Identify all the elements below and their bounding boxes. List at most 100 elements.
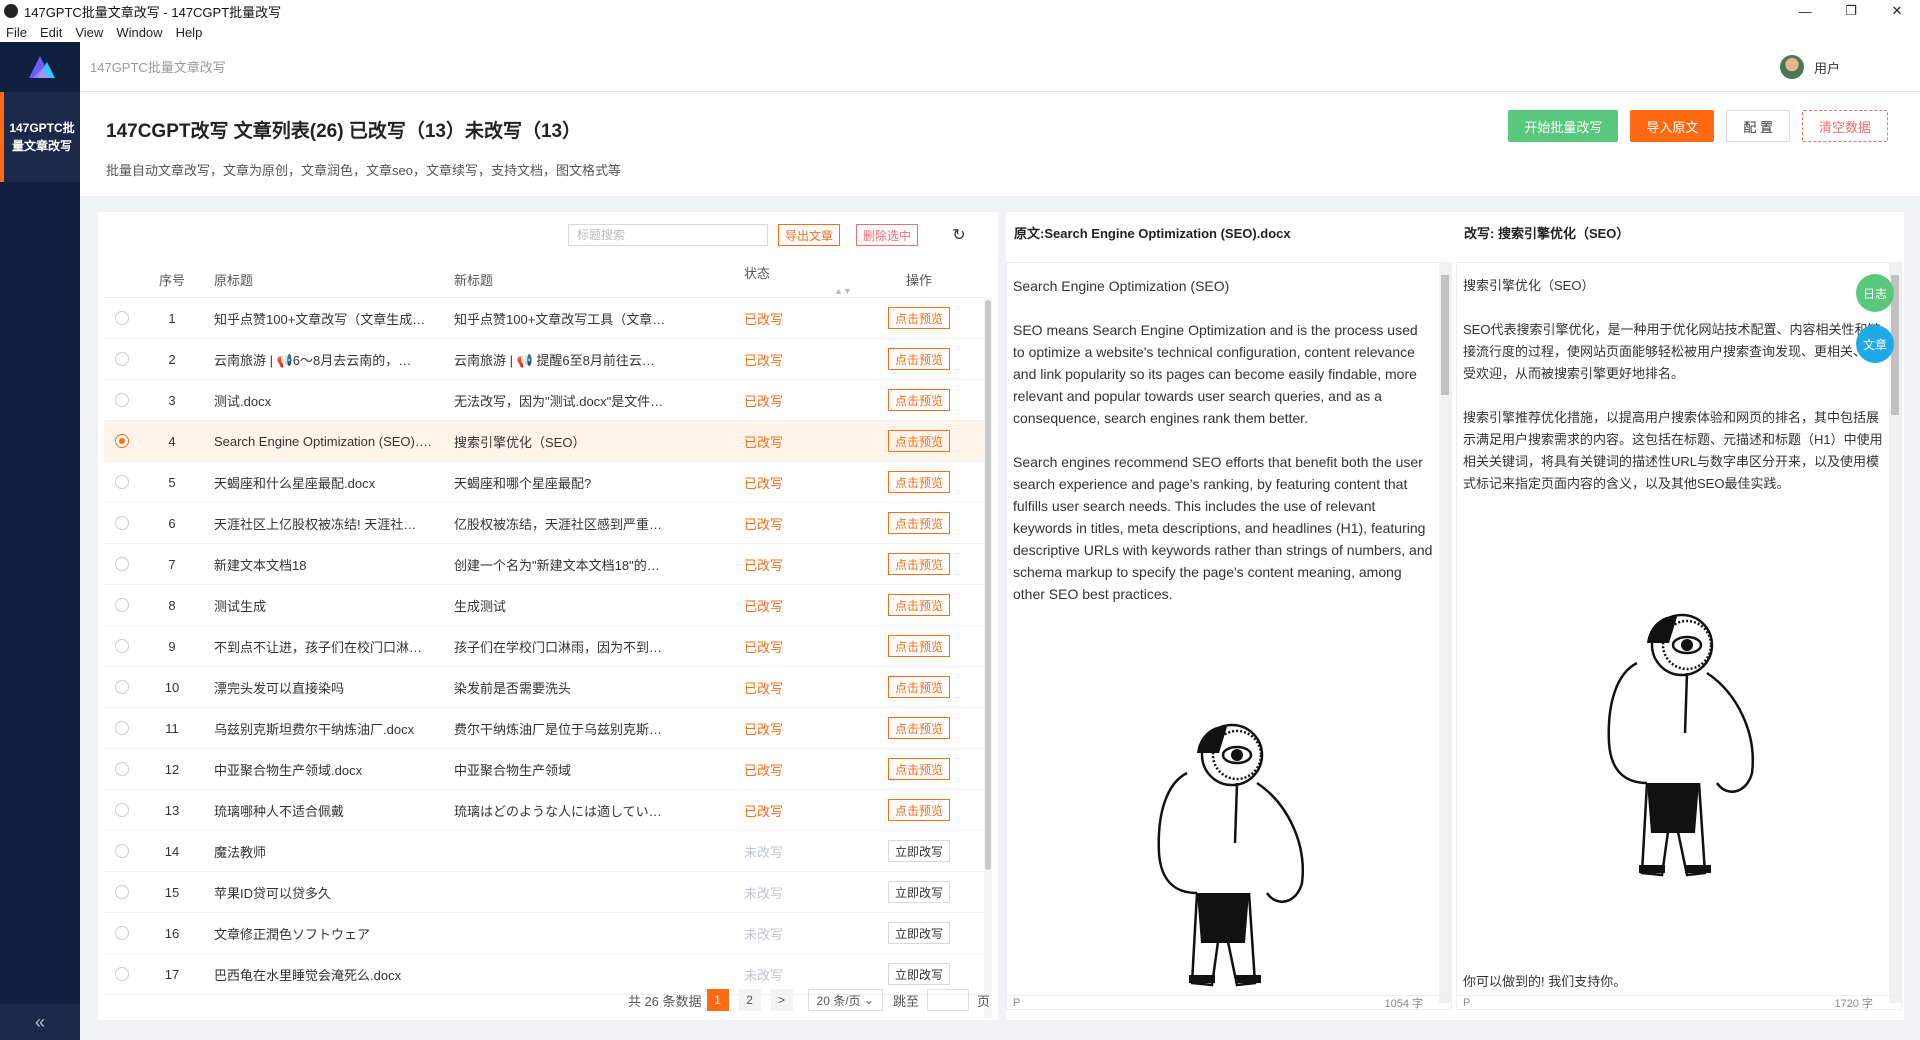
radio-button[interactable] <box>115 844 129 858</box>
table-row[interactable]: 3 测试.docx 无法改写，因为"测试.docx"是文件… 已改写 点击预览 <box>104 380 984 421</box>
table-row[interactable]: 4 Search Engine Optimization (SEO)…. 搜索引擎优… <box>104 421 984 462</box>
table-row[interactable]: 11 乌兹别克斯坦费尔干纳炼油厂.docx 费尔干纳炼油厂是位于乌兹别克斯… 已改写 点… <box>104 708 984 749</box>
menu-edit[interactable]: Edit <box>40 25 62 40</box>
preview-button[interactable]: 点击预览 <box>887 676 950 698</box>
table-row[interactable]: 16 文章修正潤色ソフトウェア 未改写 立即改写 <box>104 913 984 954</box>
radio-button[interactable] <box>115 311 129 325</box>
preview-button[interactable]: 点击预览 <box>887 799 950 821</box>
radio-button[interactable] <box>115 762 129 776</box>
preview-button[interactable]: 点击预览 <box>887 307 950 329</box>
minimize-icon[interactable]: — <box>1782 0 1828 22</box>
row-select[interactable] <box>104 967 140 981</box>
table-row[interactable]: 7 新建文本文档18 创建一个名为"新建文本文档18"的… 已改写 点击预览 <box>104 544 984 585</box>
table-row[interactable]: 13 琉璃哪种人不适合佩戴 琉璃はどのような人には適してい… 已改写 点击预览 <box>104 790 984 831</box>
rewritten-scrollbar[interactable] <box>1889 263 1901 1003</box>
row-select[interactable] <box>104 352 140 366</box>
rewrite-now-button[interactable]: 立即改写 <box>887 922 950 944</box>
row-select[interactable] <box>104 844 140 858</box>
table-row[interactable]: 15 苹果ID贷可以贷多久 未改写 立即改写 <box>104 872 984 913</box>
radio-button[interactable] <box>115 352 129 366</box>
row-select[interactable] <box>104 434 140 448</box>
menu-file[interactable]: File <box>6 25 27 40</box>
row-select[interactable] <box>104 639 140 653</box>
table-row[interactable]: 12 中亚聚合物生产领域.docx 中亚聚合物生产领域 已改写 点击预览 <box>104 749 984 790</box>
table-row[interactable]: 9 不到点不让进，孩子们在校门口淋… 孩子们在学校门口淋雨，因为不到… 已改写 点击预览 <box>104 626 984 667</box>
sort-icon[interactable]: ▲▼ <box>834 286 852 296</box>
radio-button[interactable] <box>115 475 129 489</box>
table-row[interactable]: 8 测试生成 生成测试 已改写 点击预览 <box>104 585 984 626</box>
preview-button[interactable]: 点击预览 <box>887 430 950 452</box>
preview-button[interactable]: 点击预览 <box>887 471 950 493</box>
start-batch-button[interactable]: 开始批量改写 <box>1508 110 1619 142</box>
table-row[interactable]: 5 天蝎座和什么星座最配.docx 天蝎座和哪个星座最配? 已改写 点击预览 <box>104 462 984 503</box>
table-row[interactable]: 2 云南旅游 | 📢6～8月去云南的，… 云南旅游 | 📢 提醒6至8月前往云… 已改… <box>104 339 984 380</box>
original-scrollbar-thumb[interactable] <box>1441 275 1449 395</box>
import-button[interactable]: 导入原文 <box>1630 110 1715 142</box>
article-button[interactable]: 文章 <box>1856 325 1894 363</box>
table-row[interactable]: 14 魔法教师 未改写 立即改写 <box>104 831 984 872</box>
next-page-icon[interactable]: > <box>770 989 793 1011</box>
original-scrollbar[interactable] <box>1439 263 1451 1003</box>
row-select[interactable] <box>104 475 140 489</box>
radio-button[interactable] <box>115 885 129 899</box>
preview-button[interactable]: 点击预览 <box>887 758 950 780</box>
page-1-button[interactable]: 1 <box>706 989 729 1011</box>
list-scrollbar-thumb[interactable] <box>985 300 991 870</box>
row-select[interactable] <box>104 803 140 817</box>
preview-button[interactable]: 点击预览 <box>887 594 950 616</box>
export-button[interactable]: 导出文章 <box>778 224 841 246</box>
user-menu[interactable]: 用户 <box>1779 55 1840 79</box>
table-row[interactable]: 10 漂完头发可以直接染吗 染发前是否需要洗头 已改写 点击预览 <box>104 667 984 708</box>
sidebar-item-batch-rewrite[interactable]: 147GPTC批量文章改写 <box>0 92 80 182</box>
config-button[interactable]: 配 置 <box>1726 110 1790 142</box>
original-editor[interactable]: Search Engine Optimization (SEO) SEO mea… <box>1006 262 1452 1010</box>
collapse-icon[interactable]: « <box>0 1004 80 1040</box>
preview-button[interactable]: 点击预览 <box>887 635 950 657</box>
row-select[interactable] <box>104 680 140 694</box>
row-select[interactable] <box>104 311 140 325</box>
title-search-input[interactable] <box>568 224 768 246</box>
clear-data-button[interactable]: 清空数据 <box>1801 110 1888 142</box>
radio-button[interactable] <box>115 803 129 817</box>
log-button[interactable]: 日志 <box>1856 274 1894 312</box>
refresh-icon[interactable]: ↻ <box>950 226 968 244</box>
row-select[interactable] <box>104 598 140 612</box>
row-select[interactable] <box>104 926 140 940</box>
preview-button[interactable]: 点击预览 <box>887 389 950 411</box>
table-row[interactable]: 1 知乎点赞100+文章改写（文章生成… 知乎点赞100+文章改写工具（文章… 已改写… <box>104 298 984 339</box>
row-select[interactable] <box>104 762 140 776</box>
list-scrollbar[interactable] <box>984 298 992 1018</box>
row-select[interactable] <box>104 885 140 899</box>
col-status[interactable]: 状态 ▲▼ <box>734 263 854 297</box>
rewritten-editor[interactable]: 搜索引擎优化（SEO） SEO代表搜索引擎优化，是一种用于优化网站技术配置、内容… <box>1456 262 1902 1010</box>
menu-view[interactable]: View <box>75 25 103 40</box>
radio-button[interactable] <box>115 598 129 612</box>
row-select[interactable] <box>104 393 140 407</box>
row-select[interactable] <box>104 516 140 530</box>
page-2-button[interactable]: 2 <box>738 989 761 1011</box>
radio-button[interactable] <box>115 516 129 530</box>
menu-help[interactable]: Help <box>176 25 203 40</box>
radio-button[interactable] <box>115 434 129 448</box>
close-icon[interactable]: ✕ <box>1874 0 1920 22</box>
row-select[interactable] <box>104 721 140 735</box>
delete-selected-button[interactable]: 删除选中 <box>856 224 919 246</box>
preview-button[interactable]: 点击预览 <box>887 348 950 370</box>
maximize-icon[interactable]: ❐ <box>1828 0 1874 22</box>
radio-button[interactable] <box>115 557 129 571</box>
rewrite-now-button[interactable]: 立即改写 <box>887 840 950 862</box>
menu-window[interactable]: Window <box>116 25 162 40</box>
radio-button[interactable] <box>115 926 129 940</box>
preview-button[interactable]: 点击预览 <box>887 717 950 739</box>
radio-button[interactable] <box>115 967 129 981</box>
preview-button[interactable]: 点击预览 <box>887 512 950 534</box>
radio-button[interactable] <box>115 721 129 735</box>
radio-button[interactable] <box>115 393 129 407</box>
row-select[interactable] <box>104 557 140 571</box>
page-size-select[interactable]: 20 条/页 ⌄ <box>807 989 883 1011</box>
radio-button[interactable] <box>115 639 129 653</box>
radio-button[interactable] <box>115 680 129 694</box>
jump-page-input[interactable] <box>926 989 969 1011</box>
table-row[interactable]: 6 天涯社区上亿股权被冻结! 天涯社… 亿股权被冻结，天涯社区感到严重… 已改写 点击预… <box>104 503 984 544</box>
preview-button[interactable]: 点击预览 <box>887 553 950 575</box>
